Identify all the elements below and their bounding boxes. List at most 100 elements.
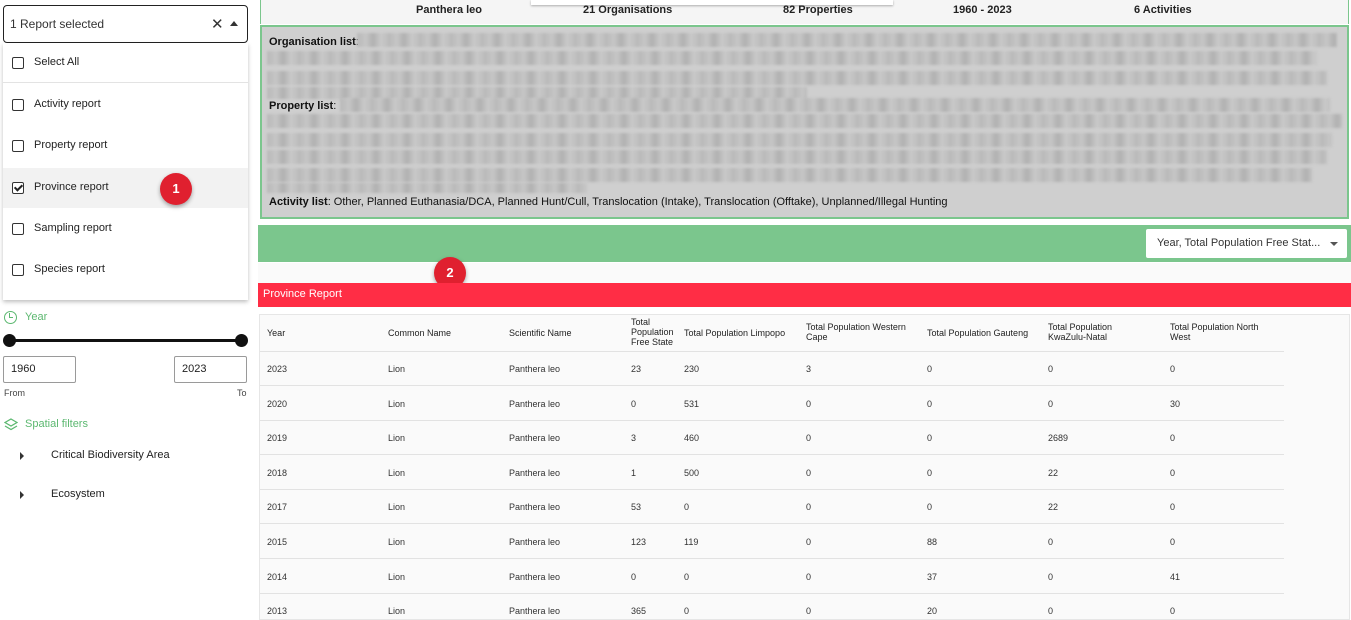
option-province-report[interactable]: Province report [3, 168, 248, 208]
layers-icon [4, 418, 18, 431]
option-checkbox[interactable] [12, 223, 24, 235]
year-slider-start-handle[interactable] [3, 334, 16, 347]
from-caption: From [4, 388, 25, 398]
spatial-filters-label: Spatial filters [25, 418, 88, 430]
report-select-value: 1 Report selected [10, 17, 105, 31]
table-cell: Lion [388, 399, 406, 409]
table-cell: Lion [388, 606, 406, 616]
report-dropdown: Select All Activity report Property repo… [3, 43, 248, 300]
table-cell: 20 [927, 606, 938, 616]
table-cell: 2019 [267, 433, 288, 443]
option-checkbox[interactable] [12, 99, 24, 111]
option-sampling-report[interactable]: Sampling report [3, 209, 248, 249]
option-checkbox-checked[interactable] [12, 182, 24, 194]
table-cell: 0 [806, 572, 812, 582]
table-cell: Lion [388, 537, 406, 547]
year-slider-track[interactable] [9, 339, 241, 342]
select-all-checkbox[interactable] [12, 57, 24, 69]
option-label: Sampling report [34, 222, 112, 234]
table-cell: 2015 [267, 537, 288, 547]
table-cell: 2014 [267, 572, 288, 582]
table-cell: 3 [806, 364, 812, 374]
table-cell: Lion [388, 433, 406, 443]
table-cell: 0 [806, 399, 812, 409]
organisation-list-heading: Organisation list: [269, 36, 359, 48]
table-cell: 0 [684, 502, 690, 512]
year-slider-end-handle[interactable] [235, 334, 248, 347]
clear-icon[interactable]: ✕ [211, 15, 224, 33]
summary-bar: Panthera leo 21 Organisations 82 Propert… [260, 0, 1349, 24]
caret-up-icon[interactable] [230, 21, 238, 26]
redacted-organisation-list [357, 33, 1337, 47]
year-from-input[interactable]: 1960 [3, 356, 76, 383]
report-select[interactable]: 1 Report selected ✕ [3, 5, 248, 43]
table-cell: Lion [388, 364, 406, 374]
year-to-input[interactable]: 2023 [174, 356, 247, 383]
clock-icon [4, 311, 17, 324]
header-divider [260, 351, 1284, 352]
table-cell: 0 [806, 537, 812, 547]
table-cell: 0 [1170, 537, 1176, 547]
row-divider [260, 558, 1284, 559]
step-badge-1: 1 [160, 173, 192, 205]
table-cell: 0 [631, 399, 637, 409]
chart-field-select[interactable]: Year, Total Population Free Stat... [1146, 229, 1347, 258]
table-cell: Panthera leo [509, 502, 561, 512]
redacted-property-list [267, 114, 1342, 128]
option-species-report[interactable]: Species report [3, 250, 248, 290]
table-cell: 0 [1170, 433, 1176, 443]
column-header: Common Name [388, 328, 452, 338]
redacted-organisation-list [267, 71, 1327, 85]
option-label: Activity report [34, 98, 101, 110]
column-header: Total Population Free State [631, 317, 674, 347]
column-header: Total Population Gauteng [927, 328, 1029, 338]
table-cell: 0 [1170, 364, 1176, 374]
table-cell: 0 [806, 468, 812, 478]
table-cell: 88 [927, 537, 938, 547]
select-all-option[interactable]: Select All [3, 43, 248, 83]
table-cell: 0 [806, 502, 812, 512]
option-checkbox[interactable] [12, 264, 24, 276]
table-cell: Panthera leo [509, 572, 561, 582]
expand-arrow-icon[interactable] [20, 491, 24, 499]
table-cell: Lion [388, 502, 406, 512]
table-cell: 0 [1048, 572, 1054, 582]
chevron-down-icon[interactable] [1330, 242, 1338, 246]
redacted-organisation-list [267, 51, 1317, 65]
select-all-label: Select All [34, 56, 80, 68]
redacted-property-list [267, 133, 1332, 147]
year-filter-label: Year [25, 311, 48, 323]
expand-arrow-icon[interactable] [20, 452, 24, 460]
row-divider [260, 489, 1284, 490]
option-label: Property report [34, 139, 108, 151]
table-cell: 500 [684, 468, 700, 478]
table-cell: 2689 [1048, 433, 1069, 443]
to-caption: To [237, 388, 247, 398]
table-cell: 0 [684, 606, 690, 616]
table-cell: 0 [631, 572, 637, 582]
summary-properties: 82 Properties [783, 4, 853, 16]
details-box: Organisation list: Property list: Activi… [260, 25, 1349, 219]
redacted-property-list [267, 183, 587, 193]
table-cell: 0 [1048, 606, 1054, 616]
option-checkbox[interactable] [12, 140, 24, 152]
column-header: Total Population North West [1170, 322, 1259, 342]
table-cell: 0 [1048, 364, 1054, 374]
column-header: Year [267, 328, 286, 338]
table-cell: 230 [684, 364, 700, 374]
table-cell: 2020 [267, 399, 288, 409]
option-property-report[interactable]: Property report [3, 126, 248, 166]
option-activity-report[interactable]: Activity report [3, 85, 248, 125]
section-header: Province Report [258, 283, 1351, 307]
redacted-property-list [267, 168, 1312, 182]
chart-field-select-value: Year, Total Population Free Stat... [1157, 237, 1321, 249]
table-cell: 0 [1048, 537, 1054, 547]
table-cell: 23 [631, 364, 642, 374]
table-cell: 0 [927, 502, 933, 512]
table-cell: Lion [388, 572, 406, 582]
table-cell: 2013 [267, 606, 288, 616]
table-cell: 0 [1048, 399, 1054, 409]
property-list-colon: : [333, 100, 337, 112]
table-cell: 22 [1048, 468, 1059, 478]
summary-species: Panthera leo [416, 4, 483, 16]
